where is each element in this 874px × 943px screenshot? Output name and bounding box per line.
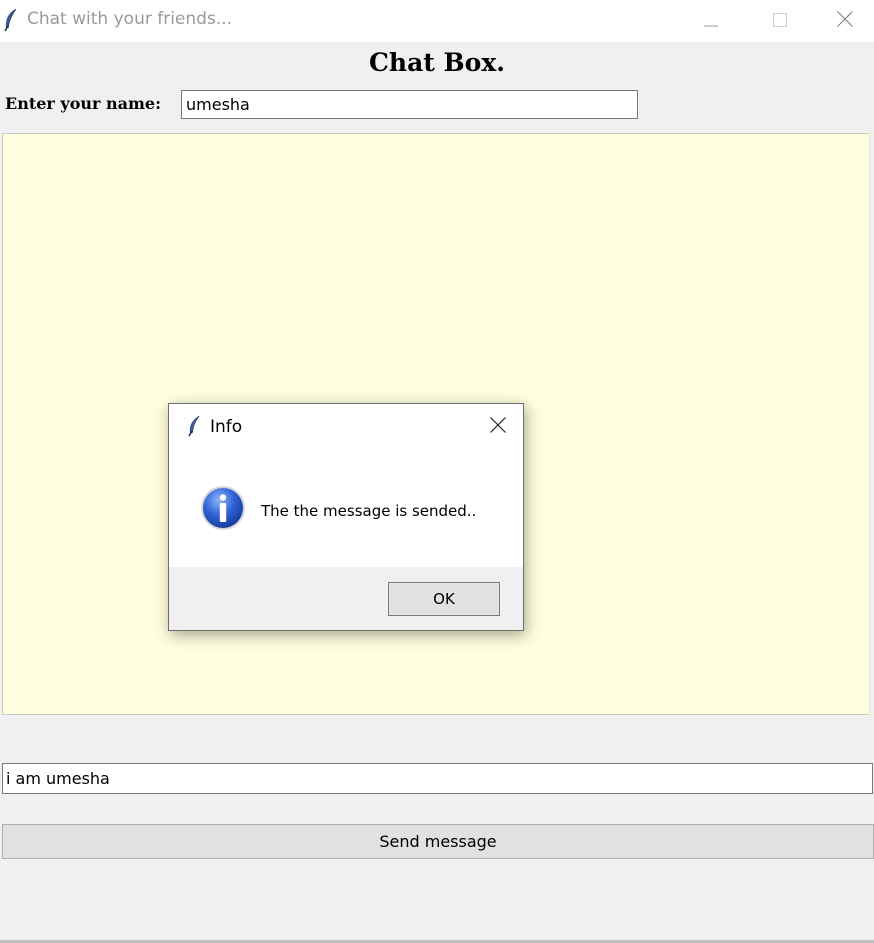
minimize-icon xyxy=(704,12,718,31)
info-dialog: Info The the message is sended.. OK xyxy=(168,403,524,631)
message-input[interactable] xyxy=(2,763,873,794)
dialog-close-button[interactable] xyxy=(483,413,513,441)
name-label: Enter your name: xyxy=(5,94,162,113)
window-title: Chat with your friends... xyxy=(27,9,233,29)
info-icon xyxy=(200,485,246,531)
dialog-title-bar[interactable]: Info xyxy=(169,404,523,450)
page-title: Chat Box. xyxy=(369,48,505,77)
minimize-button[interactable] xyxy=(676,0,746,42)
name-input[interactable] xyxy=(181,90,638,119)
close-icon xyxy=(836,11,853,31)
send-message-button[interactable]: Send message xyxy=(2,824,874,859)
maximize-icon xyxy=(773,12,787,31)
app-window: Chat with your friends... Chat Box. Ente… xyxy=(0,0,874,943)
feather-icon xyxy=(3,8,19,32)
close-button[interactable] xyxy=(815,0,874,42)
dialog-footer: OK xyxy=(169,567,523,630)
dialog-message: The the message is sended.. xyxy=(261,502,477,520)
close-icon xyxy=(490,417,506,437)
feather-icon xyxy=(187,415,201,437)
maximize-button[interactable] xyxy=(745,0,815,42)
dialog-body: The the message is sended.. xyxy=(169,450,523,567)
dialog-title: Info xyxy=(210,417,243,437)
ok-button[interactable]: OK xyxy=(388,582,500,616)
title-bar[interactable]: Chat with your friends... xyxy=(0,0,874,42)
